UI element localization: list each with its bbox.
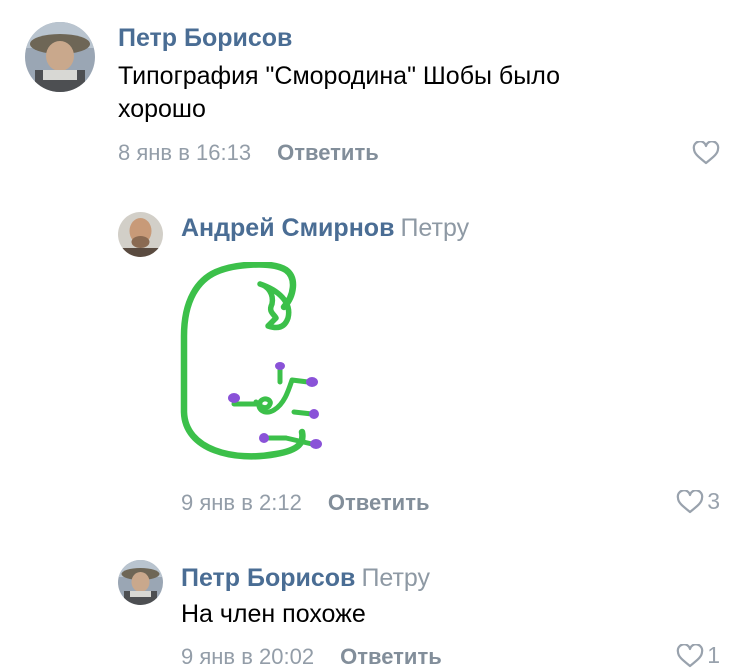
comment-author[interactable]: Андрей Смирнов Петру bbox=[181, 214, 469, 243]
reply-button[interactable]: Ответить bbox=[328, 490, 430, 515]
like-button[interactable]: 1 bbox=[676, 642, 720, 669]
comment-meta: 9 янв в 20:02 Ответить bbox=[181, 644, 442, 670]
comment-date: 9 янв в 20:02 bbox=[181, 644, 315, 669]
comment-author[interactable]: Петр Борисов bbox=[118, 24, 292, 53]
comment-author[interactable]: Петр Борисов Петру bbox=[181, 564, 430, 593]
heart-outline-icon bbox=[676, 643, 704, 667]
comment-date: 8 янв в 16:13 bbox=[118, 140, 252, 165]
comment-text: На член похоже bbox=[181, 600, 366, 628]
like-count: 3 bbox=[707, 488, 720, 514]
comment-date: 9 янв в 2:12 bbox=[181, 490, 302, 515]
comment-drawing[interactable] bbox=[176, 261, 336, 470]
avatar[interactable] bbox=[118, 560, 163, 605]
avatar[interactable] bbox=[25, 22, 95, 92]
like-count: 1 bbox=[707, 642, 720, 668]
reply-addressee[interactable]: Петру bbox=[361, 564, 430, 592]
avatar[interactable] bbox=[118, 212, 163, 257]
heart-outline-icon bbox=[692, 141, 720, 165]
reply-button[interactable]: Ответить bbox=[340, 644, 442, 669]
heart-outline-icon bbox=[676, 489, 704, 513]
like-button[interactable] bbox=[692, 141, 720, 165]
comment-text: Типография "Смородина" Шобы было хорошо bbox=[118, 62, 560, 123]
comment-meta: 8 янв в 16:13 Ответить bbox=[118, 140, 379, 166]
reply-button[interactable]: Ответить bbox=[277, 140, 379, 165]
like-button[interactable]: 3 bbox=[676, 488, 720, 515]
comment-meta: 9 янв в 2:12 Ответить bbox=[181, 490, 430, 516]
reply-addressee[interactable]: Петру bbox=[400, 214, 469, 242]
